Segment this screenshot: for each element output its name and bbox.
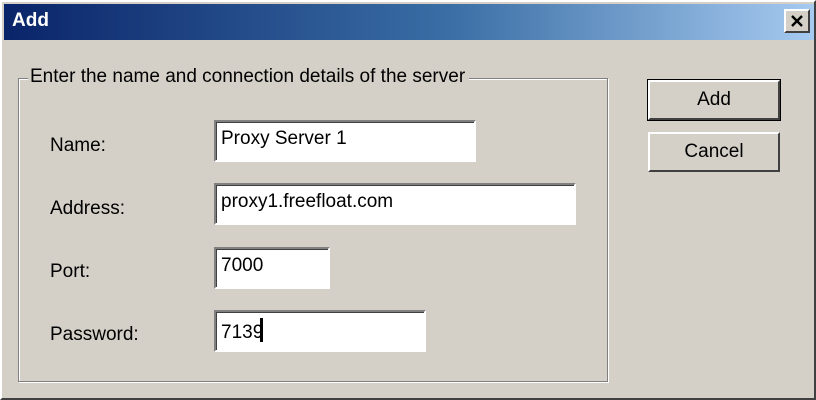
port-label: Port: (50, 261, 91, 282)
cancel-button[interactable]: Cancel (648, 132, 780, 172)
address-field[interactable]: proxy1.freefloat.com (214, 183, 576, 225)
title-bar[interactable]: Add (4, 4, 814, 40)
address-value: proxy1.freefloat.com (221, 191, 394, 212)
port-value: 7000 (221, 255, 264, 276)
port-field[interactable]: 7000 (214, 247, 330, 289)
address-label: Address: (50, 198, 125, 219)
close-icon (791, 15, 803, 27)
add-server-dialog: Add Enter the name and connection detail… (0, 0, 816, 400)
add-button[interactable]: Add (647, 79, 781, 121)
close-button[interactable] (784, 9, 810, 33)
name-value: Proxy Server 1 (221, 128, 347, 149)
password-field[interactable]: 7139 (214, 310, 426, 352)
password-value: 7139 (221, 322, 264, 343)
group-legend: Enter the name and connection details of… (28, 66, 470, 88)
dialog-title: Add (12, 10, 49, 31)
text-cursor (260, 318, 264, 342)
name-field[interactable]: Proxy Server 1 (214, 120, 476, 162)
name-label: Name: (50, 135, 106, 156)
password-label: Password: (50, 324, 139, 345)
